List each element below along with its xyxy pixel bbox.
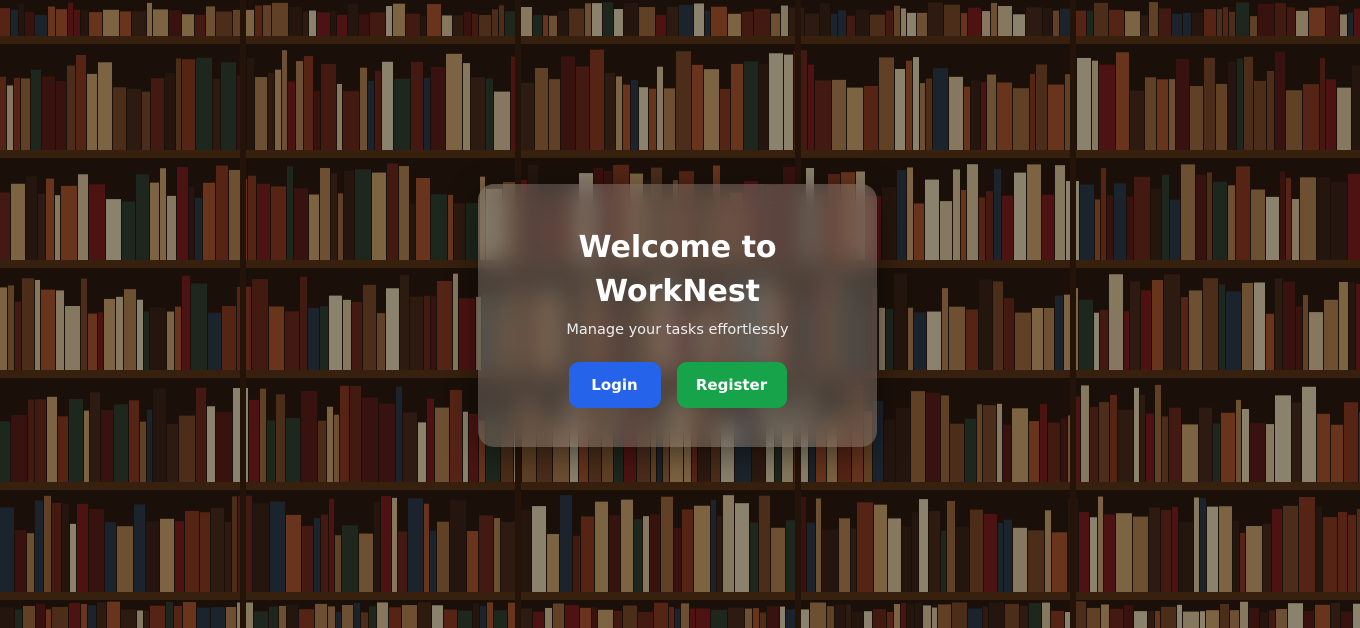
welcome-card: Welcome to WorkNest Manage your tasks ef… [478, 184, 877, 447]
register-button[interactable]: Register [676, 362, 787, 408]
action-buttons: Login Register [478, 362, 877, 408]
page-subtitle: Manage your tasks effortlessly [566, 322, 789, 338]
login-button[interactable]: Login [568, 362, 661, 408]
page-title: Welcome to WorkNest [578, 230, 777, 309]
